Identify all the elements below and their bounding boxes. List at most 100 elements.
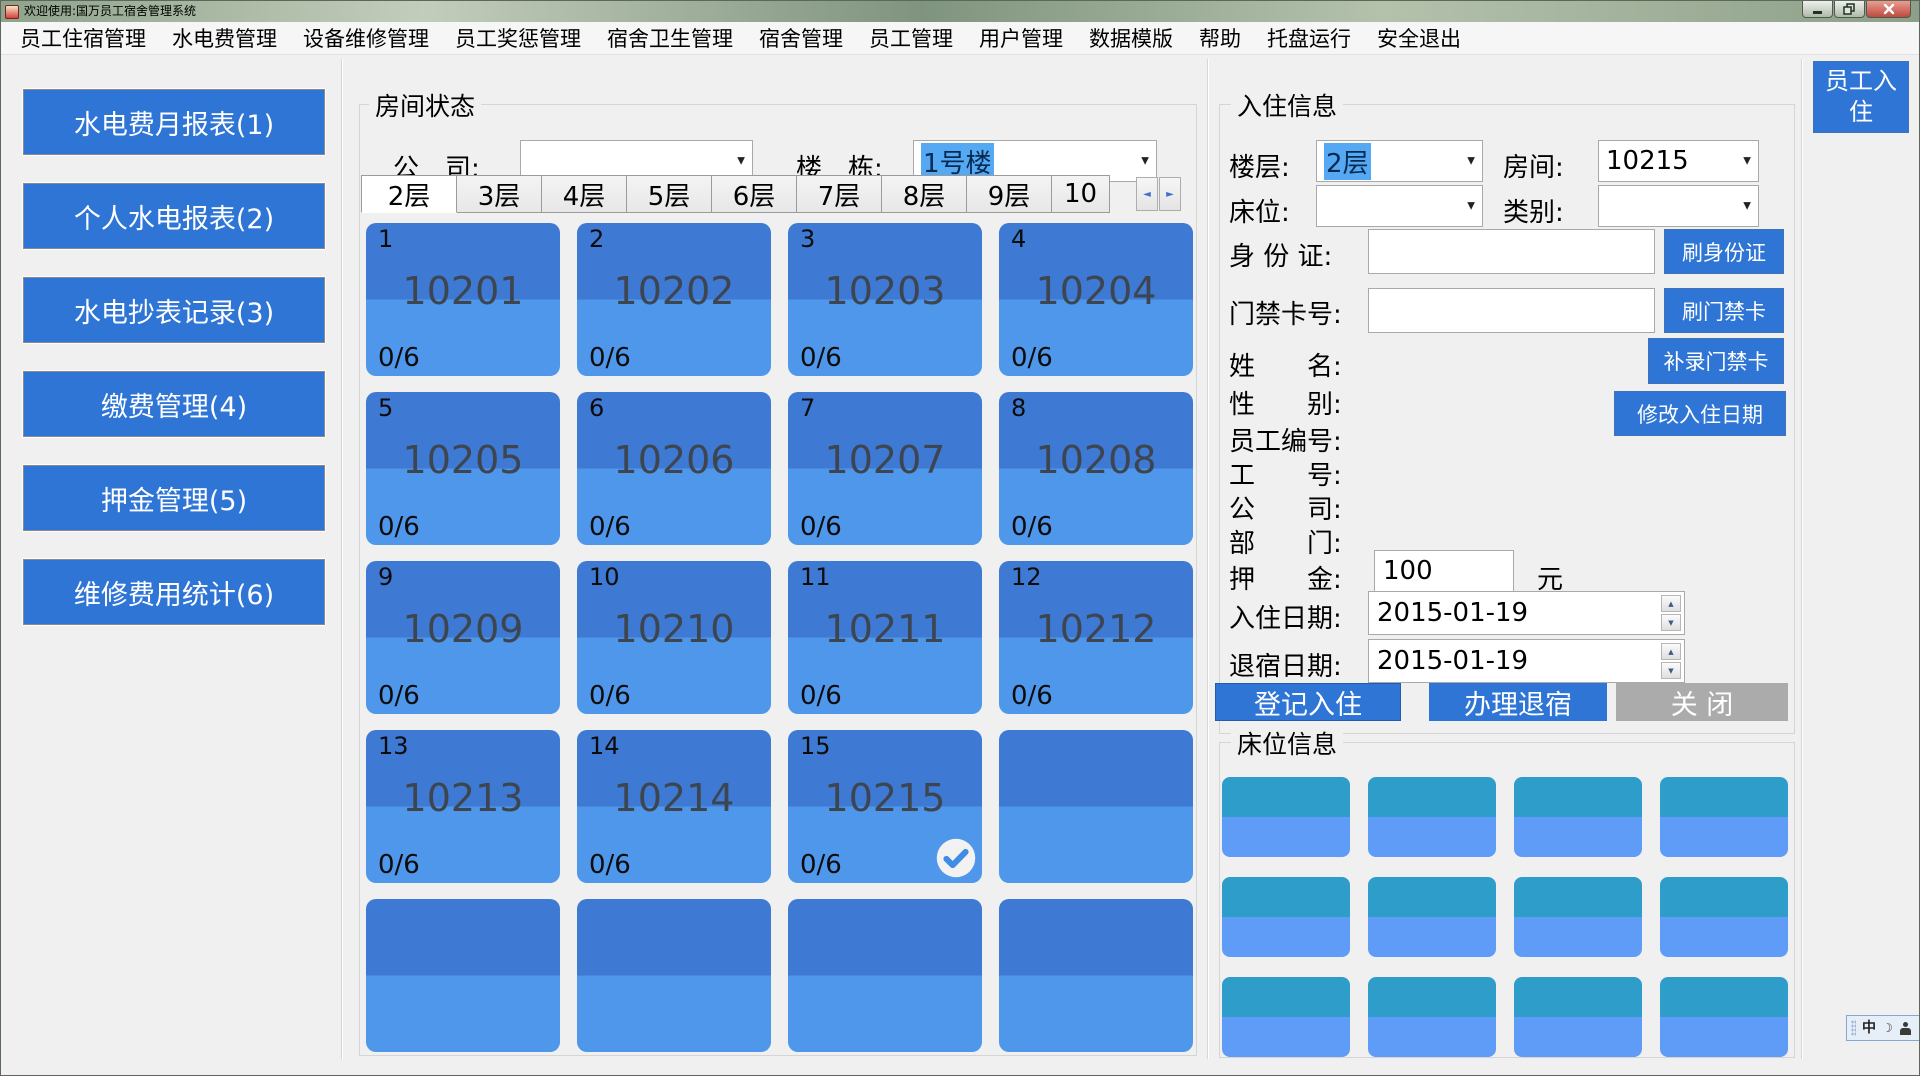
- room-cell[interactable]: 2102020/6: [577, 223, 771, 376]
- beds-title: 床位信息: [1231, 725, 1343, 761]
- room-value: 10215: [1606, 146, 1689, 176]
- room-index: 6: [589, 394, 604, 422]
- floor-select[interactable]: 2层 ▼: [1316, 140, 1483, 182]
- room-index: 2: [589, 225, 604, 253]
- floor-tab[interactable]: 2层: [361, 175, 457, 213]
- room-cell[interactable]: 13102130/6: [366, 730, 560, 883]
- bed-tile[interactable]: [1222, 777, 1350, 857]
- floor-tab[interactable]: 10: [1052, 175, 1110, 213]
- room-cell-empty[interactable]: [788, 899, 982, 1052]
- room-occupancy: 0/6: [589, 681, 631, 711]
- bed-select[interactable]: ▼: [1316, 185, 1483, 227]
- bed-tile[interactable]: [1660, 977, 1788, 1057]
- room-cell[interactable]: 12102120/6: [999, 561, 1193, 714]
- tab-scroll-left-button[interactable]: ◄: [1136, 177, 1158, 211]
- room-selected-check-icon: [935, 837, 977, 879]
- bed-tile[interactable]: [1368, 877, 1496, 957]
- room-cell[interactable]: 15102150/6: [788, 730, 982, 883]
- building-value: 1号楼: [921, 143, 994, 180]
- sidebar-button[interactable]: 个人水电报表(2): [23, 183, 325, 249]
- room-cell[interactable]: 11102110/6: [788, 561, 982, 714]
- tab-scroll-right-button[interactable]: ►: [1159, 177, 1181, 211]
- sidebar-button[interactable]: 押金管理(5): [23, 465, 325, 531]
- room-status-title: 房间状态: [369, 87, 481, 123]
- ime-grip-icon[interactable]: [1851, 1020, 1856, 1036]
- access-card-label: 门禁卡号:: [1229, 294, 1342, 331]
- room-index: 1: [378, 225, 393, 253]
- bed-tile[interactable]: [1514, 877, 1642, 957]
- register-checkin-button[interactable]: 登记入住: [1215, 683, 1401, 721]
- date-up-button[interactable]: ▲: [1661, 595, 1681, 612]
- room-cell-empty[interactable]: [366, 899, 560, 1052]
- sidebar-button[interactable]: 缴费管理(4): [23, 371, 325, 437]
- room-cell[interactable]: 3102030/6: [788, 223, 982, 376]
- room-cell[interactable]: 7102070/6: [788, 392, 982, 545]
- close-panel-button[interactable]: 关 闭: [1616, 683, 1788, 721]
- room-cell[interactable]: 8102080/6: [999, 392, 1193, 545]
- arrow-left-icon: ◄: [1143, 189, 1151, 200]
- work-no-label: 工 号:: [1229, 455, 1342, 492]
- room-number: 10214: [577, 776, 771, 820]
- modify-checkin-date-button[interactable]: 修改入住日期: [1614, 391, 1786, 436]
- room-occupancy: 0/6: [1011, 681, 1053, 711]
- floor-tab[interactable]: 6层: [712, 175, 797, 213]
- floor-tab[interactable]: 3层: [457, 175, 542, 213]
- ime-softkeyboard-icon[interactable]: [1899, 1022, 1912, 1035]
- room-occupancy: 0/6: [378, 512, 420, 542]
- ime-punctuation-icon[interactable]: ☽: [1882, 1022, 1893, 1034]
- checkout-date-input[interactable]: 2015-01-19 ▲ ▼: [1368, 639, 1685, 683]
- floor-tab[interactable]: 4层: [542, 175, 627, 213]
- access-card-input[interactable]: [1368, 288, 1655, 333]
- date-down-button[interactable]: ▼: [1661, 614, 1681, 631]
- bed-tile[interactable]: [1660, 777, 1788, 857]
- room-occupancy: 0/6: [589, 343, 631, 373]
- room-cell[interactable]: 1102010/6: [366, 223, 560, 376]
- room-cell[interactable]: 4102040/6: [999, 223, 1193, 376]
- bed-tile[interactable]: [1222, 877, 1350, 957]
- checkin-title: 入住信息: [1231, 87, 1343, 123]
- room-index: 5: [378, 394, 393, 422]
- sidebar-button[interactable]: 水电抄表记录(3): [23, 277, 325, 343]
- room-cell[interactable]: 10102100/6: [577, 561, 771, 714]
- sidebar-button[interactable]: 维修费用统计(6): [23, 559, 325, 625]
- ime-chinese-mode[interactable]: 中: [1862, 1021, 1876, 1035]
- room-occupancy: 0/6: [589, 850, 631, 880]
- category-select[interactable]: ▼: [1598, 185, 1759, 227]
- room-select[interactable]: 10215 ▼: [1598, 140, 1759, 182]
- floor-tab[interactable]: 9层: [967, 175, 1052, 213]
- checkout-date-label: 退宿日期:: [1229, 646, 1342, 683]
- ime-bar: 中 ☽: [1846, 1015, 1920, 1041]
- room-cell[interactable]: 5102050/6: [366, 392, 560, 545]
- room-cell[interactable]: 6102060/6: [577, 392, 771, 545]
- employee-checkin-button[interactable]: 员工入住: [1813, 61, 1909, 133]
- floor-tab[interactable]: 5层: [627, 175, 712, 213]
- bed-tile[interactable]: [1660, 877, 1788, 957]
- room-cell-empty[interactable]: [999, 730, 1193, 883]
- room-number: 10201: [366, 269, 560, 313]
- process-checkout-button[interactable]: 办理退宿: [1429, 683, 1607, 721]
- floor-tab[interactable]: 7层: [797, 175, 882, 213]
- room-cell-empty[interactable]: [999, 899, 1193, 1052]
- room-cell[interactable]: 9102090/6: [366, 561, 560, 714]
- room-cell-empty[interactable]: [577, 899, 771, 1052]
- bed-tile[interactable]: [1222, 977, 1350, 1057]
- room-cell[interactable]: 14102140/6: [577, 730, 771, 883]
- id-card-input[interactable]: [1368, 229, 1655, 274]
- bed-tile[interactable]: [1368, 977, 1496, 1057]
- category-label: 类别:: [1503, 192, 1564, 229]
- scan-id-button[interactable]: 刷身份证: [1664, 229, 1784, 274]
- chevron-down-icon: ▼: [1467, 201, 1475, 212]
- checkin-date-input[interactable]: 2015-01-19 ▲ ▼: [1368, 591, 1685, 635]
- date-down-button[interactable]: ▼: [1661, 662, 1681, 679]
- checkin-date-value: 2015-01-19: [1377, 598, 1528, 628]
- deposit-input[interactable]: 100: [1374, 550, 1514, 592]
- makeup-access-card-button[interactable]: 补录门禁卡: [1648, 338, 1784, 384]
- bed-tile[interactable]: [1514, 777, 1642, 857]
- floor-tab[interactable]: 8层: [882, 175, 967, 213]
- sidebar-button[interactable]: 水电费月报表(1): [23, 89, 325, 155]
- deposit-value: 100: [1383, 556, 1433, 586]
- bed-tile[interactable]: [1514, 977, 1642, 1057]
- bed-tile[interactable]: [1368, 777, 1496, 857]
- scan-access-card-button[interactable]: 刷门禁卡: [1664, 288, 1784, 333]
- date-up-button[interactable]: ▲: [1661, 643, 1681, 660]
